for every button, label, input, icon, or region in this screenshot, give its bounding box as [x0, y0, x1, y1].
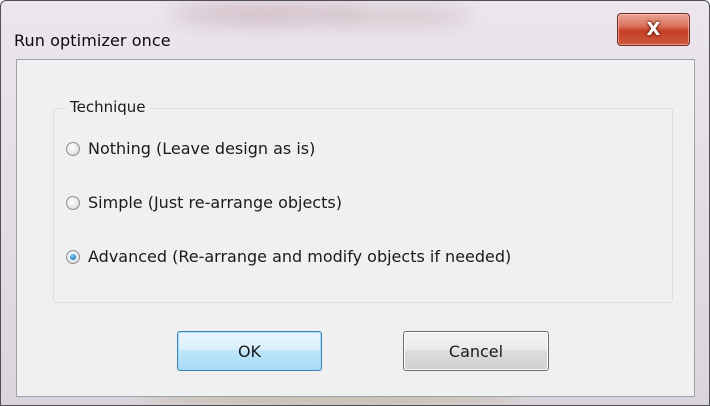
- radio-label-advanced: Advanced (Re-arrange and modify objects …: [88, 247, 512, 266]
- radio-button-simple[interactable]: [66, 195, 80, 210]
- technique-groupbox: Technique Nothing (Leave design as is) S…: [53, 98, 673, 303]
- window-title: Run optimizer once: [14, 31, 171, 50]
- radio-option-advanced[interactable]: Advanced (Re-arrange and modify objects …: [66, 247, 511, 266]
- radio-option-simple[interactable]: Simple (Just re-arrange objects): [66, 193, 342, 212]
- radio-button-advanced[interactable]: [66, 249, 80, 264]
- radio-option-nothing[interactable]: Nothing (Leave design as is): [66, 139, 315, 158]
- ok-button[interactable]: OK: [177, 331, 322, 371]
- technique-legend: Technique: [66, 98, 150, 116]
- dialog-window: Run optimizer once X Technique Nothing (…: [0, 0, 710, 406]
- radio-label-simple: Simple (Just re-arrange objects): [88, 193, 342, 212]
- close-icon: X: [646, 19, 661, 40]
- close-button[interactable]: X: [617, 13, 690, 46]
- dialog-content: Technique Nothing (Leave design as is) S…: [16, 59, 695, 397]
- title-bar[interactable]: Run optimizer once X: [1, 1, 709, 53]
- cancel-button[interactable]: Cancel: [403, 331, 549, 371]
- radio-button-nothing[interactable]: [66, 141, 80, 156]
- radio-label-nothing: Nothing (Leave design as is): [88, 139, 316, 158]
